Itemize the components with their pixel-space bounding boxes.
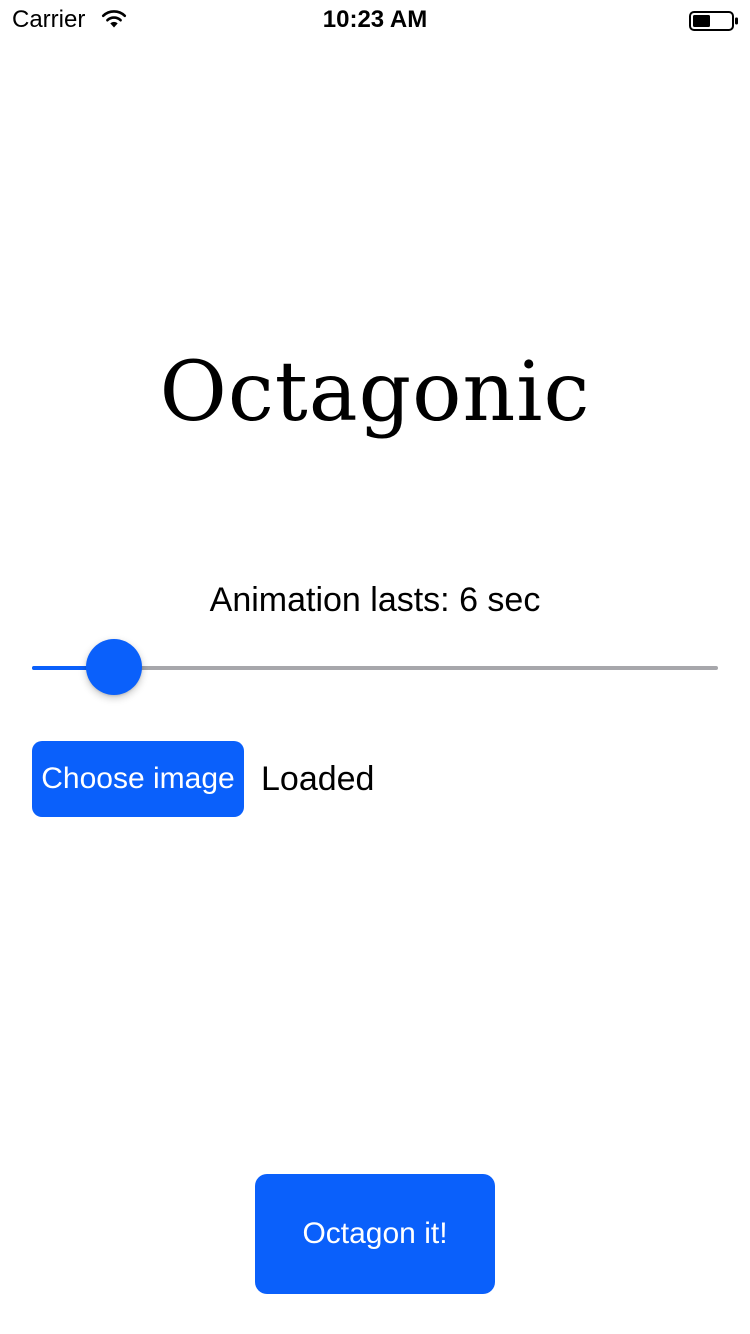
image-status-label: Loaded xyxy=(261,760,375,798)
animation-duration-slider[interactable] xyxy=(32,638,718,696)
choose-image-button[interactable]: Choose image xyxy=(32,741,244,817)
animation-duration-label: Animation lasts: 6 sec xyxy=(209,581,541,619)
battery-icon xyxy=(689,11,738,31)
octagon-it-button[interactable]: Octagon it! xyxy=(255,1174,495,1294)
app-title: Octagonic xyxy=(159,345,591,440)
slider-thumb[interactable] xyxy=(86,639,143,695)
status-bar: Carrier 10:23 AM xyxy=(0,0,750,40)
status-time: 10:23 AM xyxy=(322,6,428,33)
screen: Carrier 10:23 AM Octagonic Animation las… xyxy=(0,0,750,1334)
